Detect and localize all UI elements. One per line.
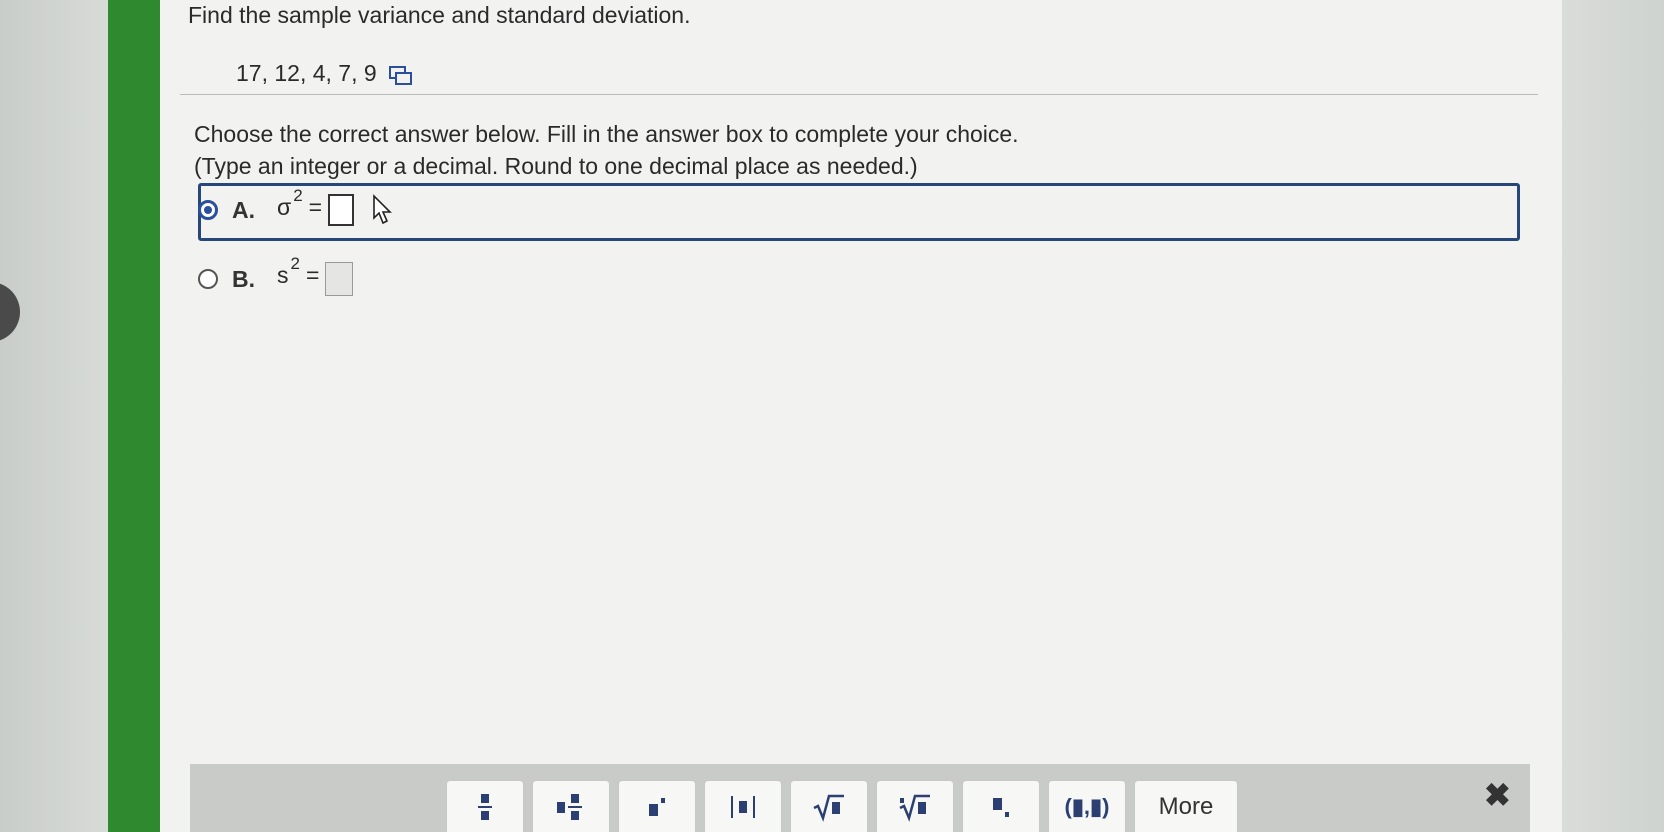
subscript-button[interactable] xyxy=(962,780,1040,832)
square-root-button[interactable] xyxy=(790,780,868,832)
option-a-exponent: 2 xyxy=(293,186,303,205)
copy-data-icon[interactable] xyxy=(388,65,412,85)
mixed-number-icon xyxy=(557,793,582,820)
nth-root-button[interactable] xyxy=(876,780,954,832)
fraction-button[interactable] xyxy=(446,780,524,832)
option-b-equals: = xyxy=(305,262,320,288)
screen: Find the sample variance and standard de… xyxy=(0,0,1664,832)
instruction-line-2: (Type an integer or a decimal. Round to … xyxy=(194,153,918,179)
exponent-button[interactable] xyxy=(618,780,696,832)
option-a-letter: A. xyxy=(232,196,255,223)
option-b-radio[interactable] xyxy=(198,269,218,289)
ordered-pair-icon: (▮,▮) xyxy=(1064,793,1110,819)
mixed-number-button[interactable] xyxy=(532,780,610,832)
dataset-values: 17, 12, 4, 7, 9 xyxy=(236,60,377,86)
dataset-row: 17, 12, 4, 7, 9 xyxy=(236,60,412,87)
option-a-answer-input[interactable] xyxy=(328,194,355,226)
option-b-letter: B. xyxy=(232,265,255,292)
option-a[interactable]: A. σ 2 = xyxy=(198,186,396,226)
absolute-value-icon xyxy=(731,795,755,818)
close-icon[interactable]: ✖ xyxy=(1484,776,1511,814)
square-root-icon xyxy=(813,794,844,822)
sidebar-accent-bar xyxy=(108,0,160,832)
mouse-pointer-icon xyxy=(373,194,393,225)
exponent-icon xyxy=(649,797,665,816)
side-tab-handle[interactable] xyxy=(0,282,20,342)
fraction-icon xyxy=(478,793,492,820)
instructions: Choose the correct answer below. Fill in… xyxy=(194,118,1019,182)
option-a-radio[interactable] xyxy=(198,200,218,220)
option-b-answer-input[interactable] xyxy=(325,262,354,296)
option-b-exponent: 2 xyxy=(290,254,300,273)
option-b-expression: s 2 = xyxy=(277,254,354,296)
option-a-symbol: σ xyxy=(277,194,292,220)
nth-root-icon xyxy=(899,794,930,822)
instruction-line-1: Choose the correct answer below. Fill in… xyxy=(194,121,1019,147)
more-button-label: More xyxy=(1158,792,1214,820)
subscript-icon xyxy=(993,797,1009,817)
option-a-highlight-frame xyxy=(198,183,1520,241)
more-button[interactable]: More xyxy=(1134,780,1238,832)
option-b-symbol: s xyxy=(277,262,289,288)
absolute-value-button[interactable] xyxy=(704,780,782,832)
option-a-equals: = xyxy=(308,194,323,220)
ordered-pair-button[interactable]: (▮,▮) xyxy=(1048,780,1126,832)
option-a-expression: σ 2 = xyxy=(277,186,355,226)
question-text: Find the sample variance and standard de… xyxy=(188,2,691,28)
divider xyxy=(180,94,1538,95)
option-b[interactable]: B. s 2 = xyxy=(198,254,354,296)
